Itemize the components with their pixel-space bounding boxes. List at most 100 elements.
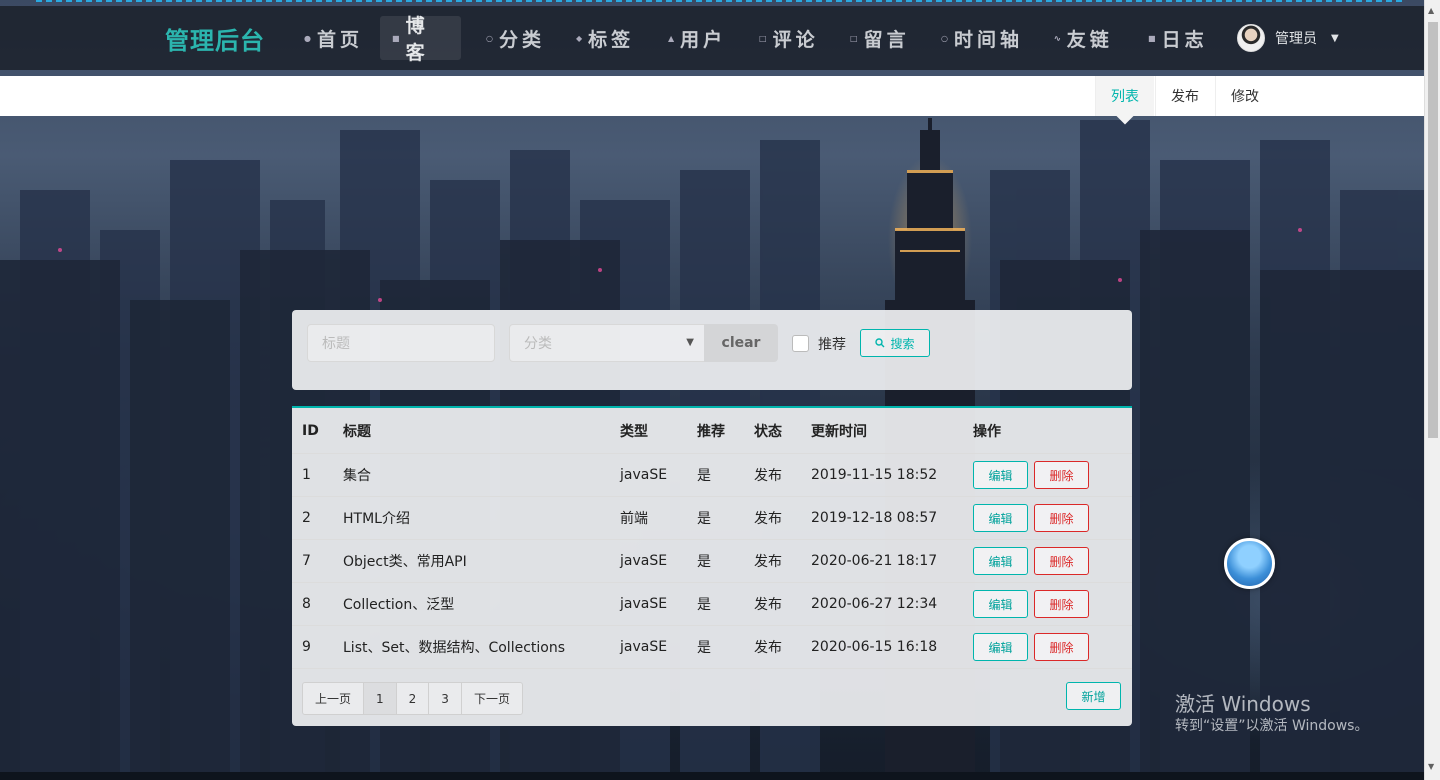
page-3-button[interactable]: 3 [429, 683, 462, 714]
delete-button[interactable]: 删除 [1034, 547, 1089, 575]
cell-type: javaSE [620, 553, 668, 569]
edit-button[interactable]: 编辑 [973, 547, 1028, 575]
nav-item-label: 首页 [316, 28, 363, 51]
home-icon: ● [304, 33, 311, 43]
cell-title: HTML介绍 [343, 511, 410, 527]
cell-id: 8 [302, 596, 311, 612]
pagination: 上一页 1 2 3 下一页 [302, 682, 523, 715]
search-button-label: 搜索 [890, 336, 915, 351]
search-panel: 标题 分类 ▼ clear 推荐 搜索 [292, 310, 1132, 390]
cell-updated: 2019-12-18 08:57 [811, 510, 938, 526]
user-menu[interactable]: 管理员 ▼ [1237, 24, 1339, 52]
prev-page-button[interactable]: 上一页 [303, 683, 365, 714]
cell-title: Object类、常用API [343, 554, 467, 570]
cell-type: javaSE [620, 596, 668, 612]
tab-publish[interactable]: 发布 [1155, 76, 1214, 116]
edit-button[interactable]: 编辑 [973, 461, 1028, 489]
cell-status: 发布 [754, 511, 782, 527]
nav-item-user[interactable]: ▲ 用户 [656, 16, 738, 60]
tab-edit[interactable]: 修改 [1215, 76, 1274, 116]
title-input[interactable]: 标题 [307, 324, 495, 362]
table-header: ID 标题 类型 推荐 状态 更新时间 操作 [292, 408, 1132, 454]
nav-item-label: 用户 [680, 28, 727, 51]
user-name: 管理员 [1275, 31, 1317, 47]
cell-id: 2 [302, 510, 311, 526]
nav-item-label: 时间轴 [953, 28, 1023, 51]
nav-item-tag[interactable]: ◆ 标签 [564, 16, 646, 60]
timeline-icon: ○ [941, 33, 948, 43]
recommend-checkbox[interactable] [792, 335, 809, 352]
table-row: 2 HTML介绍 前端 是 发布 2019-12-18 08:57 编辑 删除 [292, 497, 1132, 540]
activation-watermark-title: 激活 Windows [1175, 692, 1311, 716]
scroll-thumb[interactable] [1428, 22, 1438, 438]
delete-button[interactable]: 删除 [1034, 590, 1089, 618]
cell-status: 发布 [754, 597, 782, 613]
nav-item-label: 友链 [1066, 28, 1113, 51]
cell-recommend: 是 [697, 554, 711, 570]
floating-assistant-ball[interactable] [1224, 538, 1275, 589]
cell-recommend: 是 [697, 640, 711, 656]
edit-button[interactable]: 编辑 [973, 590, 1028, 618]
vertical-scrollbar[interactable]: ▲ ▼ [1424, 0, 1440, 780]
tag-icon: ◆ [576, 33, 583, 43]
category-select[interactable]: 分类 ▼ [509, 324, 705, 362]
search-button[interactable]: 搜索 [860, 329, 930, 357]
nav-item-link[interactable]: ∿ 友链 [1042, 16, 1125, 60]
nav-item-label: 分类 [498, 28, 545, 51]
delete-button[interactable]: 删除 [1034, 461, 1089, 489]
clear-button[interactable]: clear [704, 324, 778, 362]
scroll-up-icon[interactable]: ▲ [1428, 6, 1434, 15]
edit-button[interactable]: 编辑 [973, 633, 1028, 661]
cell-status: 发布 [754, 640, 782, 656]
nav-item-log[interactable]: ■ 日志 [1136, 16, 1220, 60]
blog-icon: ■ [392, 33, 400, 43]
cell-updated: 2020-06-21 18:17 [811, 553, 938, 569]
page-2-button[interactable]: 2 [397, 683, 430, 714]
tab-list[interactable]: 列表 [1095, 76, 1154, 116]
cell-id: 7 [302, 553, 311, 569]
secondary-menu: 列表 发布 修改 [0, 76, 1424, 116]
nav-item-message[interactable]: □ 留言 [838, 16, 922, 60]
next-page-button[interactable]: 下一页 [462, 683, 522, 714]
caret-down-icon: ▼ [686, 337, 694, 348]
nav-item-home[interactable]: ● 首页 [292, 16, 375, 60]
category-select-placeholder: 分类 [524, 336, 552, 352]
nav-item-label: 标签 [588, 28, 635, 51]
add-button[interactable]: 新增 [1066, 682, 1121, 710]
brand-title[interactable]: 管理后台 [165, 21, 265, 56]
title-input-placeholder: 标题 [322, 336, 350, 352]
nav-item-comment[interactable]: □ 评论 [747, 16, 831, 60]
cell-type: javaSE [620, 639, 668, 655]
header-type: 类型 [620, 423, 648, 440]
top-navbar: 管理后台 ● 首页 ■ 博客 ○ 分类 ◆ 标签 ▲ 用户 □ 评论 □ 留言 … [0, 6, 1424, 70]
blog-table: ID 标题 类型 推荐 状态 更新时间 操作 1 集合 javaSE 是 发布 … [292, 406, 1132, 726]
cell-type: 前端 [620, 511, 648, 527]
delete-button[interactable]: 删除 [1034, 504, 1089, 532]
cell-updated: 2020-06-15 16:18 [811, 639, 938, 655]
link-icon: ∿ [1054, 33, 1061, 43]
comment-icon: □ [759, 33, 767, 43]
caret-down-icon: ▼ [1331, 32, 1339, 44]
activation-watermark-hint: 转到“设置”以激活 Windows。 [1175, 718, 1369, 734]
cell-title: 集合 [343, 468, 371, 484]
message-icon: □ [850, 33, 858, 43]
table-row: 1 集合 javaSE 是 发布 2019-11-15 18:52 编辑 删除 [292, 454, 1132, 497]
nav-item-category[interactable]: ○ 分类 [474, 16, 557, 60]
delete-button[interactable]: 删除 [1034, 633, 1089, 661]
cell-type: javaSE [620, 467, 668, 483]
header-title: 标题 [343, 423, 371, 440]
nav-item-blog[interactable]: ■ 博客 [380, 15, 461, 64]
cell-status: 发布 [754, 554, 782, 570]
category-icon: ○ [486, 33, 493, 43]
cell-updated: 2020-06-27 12:34 [811, 596, 938, 612]
table-row: 7 Object类、常用API javaSE 是 发布 2020-06-21 1… [292, 540, 1132, 583]
scroll-down-icon[interactable]: ▼ [1428, 762, 1434, 771]
nav-item-timeline[interactable]: ○ 时间轴 [929, 16, 1035, 60]
edit-button[interactable]: 编辑 [973, 504, 1028, 532]
avatar [1237, 24, 1265, 52]
page-1-button[interactable]: 1 [364, 683, 397, 714]
cell-id: 9 [302, 639, 311, 655]
cell-title: List、Set、数据结构、Collections [343, 640, 566, 656]
cell-title: Collection、泛型 [343, 597, 455, 613]
cell-recommend: 是 [697, 468, 711, 484]
